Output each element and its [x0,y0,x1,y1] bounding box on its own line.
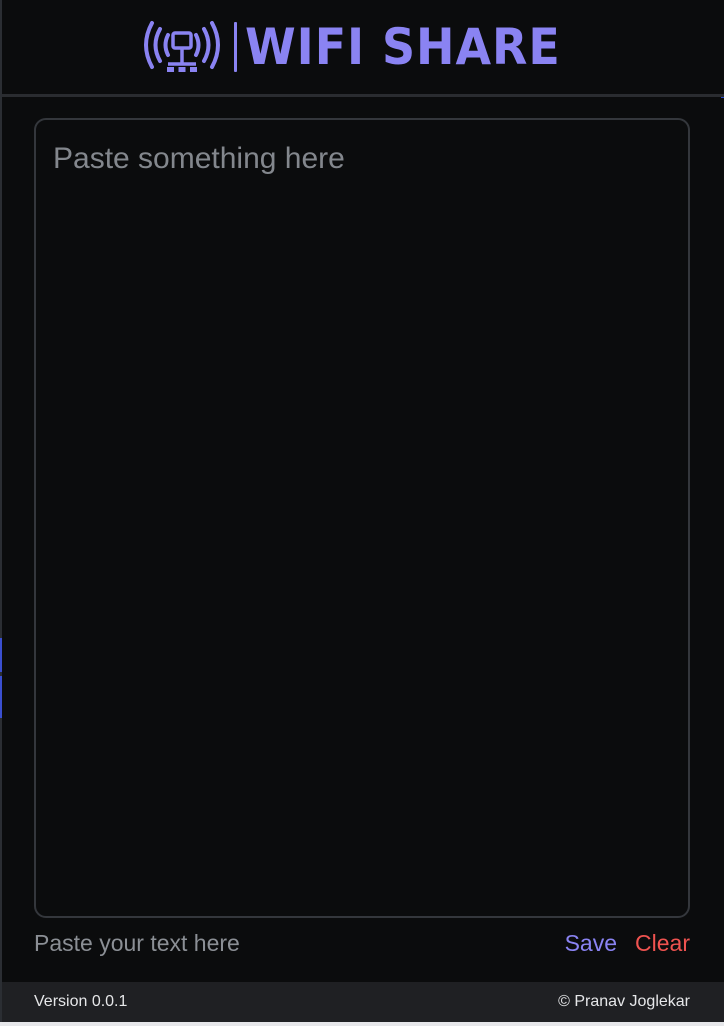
app-footer: Version 0.0.1 © Pranav Joglekar [2,982,724,1022]
action-buttons: Save Clear [565,930,690,957]
edge-accent [0,676,2,718]
app-header: WIFI SHARE [2,0,724,97]
window-bottom-edge [0,1022,724,1026]
edge-accent [0,638,2,672]
copyright-label: © Pranav Joglekar [558,993,690,1010]
app-logo: WIFI SHARE [138,17,588,77]
paste-textarea[interactable] [36,120,688,916]
wifi-broadcast-network-icon [138,17,226,77]
window-left-edge [0,0,2,1026]
app-title: WIFI SHARE [244,18,561,76]
logo-divider [233,22,237,72]
paste-editor [34,118,690,918]
version-label: Version 0.0.1 [34,993,128,1010]
action-bar: Paste your text here Save Clear [34,926,690,960]
clear-button[interactable]: Clear [635,930,690,957]
save-button[interactable]: Save [565,930,617,957]
paste-hint-label: Paste your text here [34,929,240,956]
